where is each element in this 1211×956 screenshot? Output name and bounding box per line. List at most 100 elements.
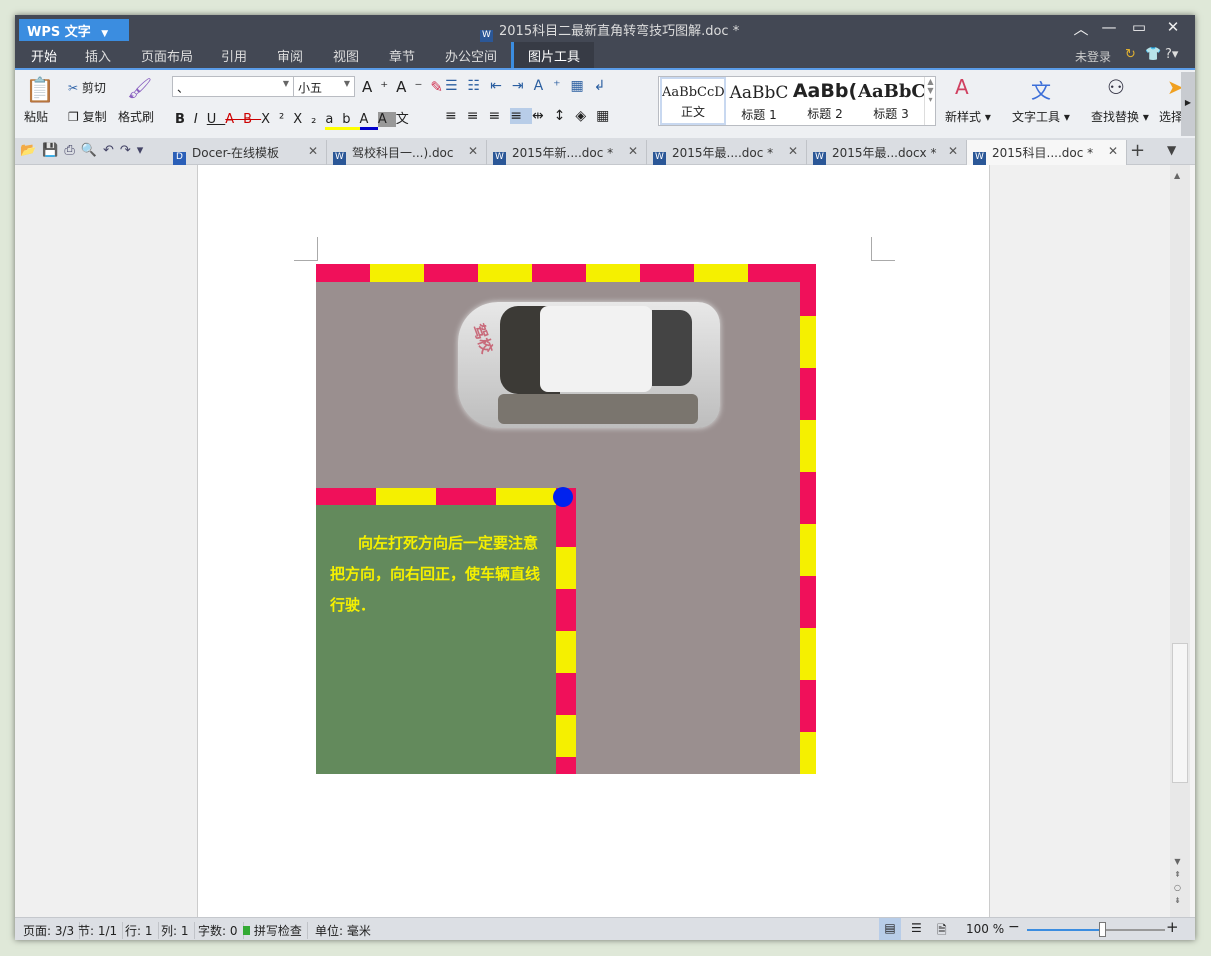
font-size-select[interactable]: 小五 ▼ — [293, 76, 355, 97]
tab-picture-tools[interactable]: 图片工具 — [511, 42, 595, 68]
status-bar: 页面: 3/3 节: 1/1 行: 1 列: 1 字数: 0 拼写检查 单位: … — [15, 917, 1195, 940]
inner-curb-right-stripe — [556, 505, 576, 774]
zoom-in-button[interactable]: + — [1166, 918, 1179, 936]
close-tab-icon[interactable]: ✕ — [1108, 144, 1118, 158]
page-nav-buttons[interactable]: ▼ ⇞ ○ ⇟ — [1174, 855, 1181, 907]
doc-icon: W — [333, 152, 346, 166]
paste-button[interactable]: 粘贴 — [24, 108, 48, 125]
style-heading-1[interactable]: AaBbC 标题 1 — [726, 77, 792, 125]
sync-icon[interactable]: ↻ — [1125, 47, 1136, 62]
margin-mark — [294, 237, 318, 261]
zoom-slider[interactable] — [1027, 922, 1165, 937]
doc-tab[interactable]: W 2015年新....doc * ✕ — [487, 140, 647, 166]
new-tab-button[interactable]: + — [1130, 140, 1145, 161]
doc-tab[interactable]: W 2015年最....doc * ✕ — [647, 140, 807, 166]
maximize-button[interactable]: ▭ — [1125, 18, 1153, 36]
font-grow-shrink-icons[interactable]: A⁺A⁻✎ — [362, 78, 451, 96]
style-preview: AaBbCcDc — [662, 85, 726, 100]
find-replace-button[interactable]: 查找替换 ▾ — [1091, 108, 1149, 125]
doc-tab-label: 2015年最....doc * — [672, 146, 774, 160]
web-view-icon[interactable]: 🗎 — [937, 921, 947, 942]
close-tab-icon[interactable]: ✕ — [948, 144, 958, 158]
scroll-up-arrow[interactable]: ▲ — [1174, 171, 1180, 180]
style-preview: AaBbC — [858, 81, 924, 102]
spell-check-button[interactable]: 拼写检查 — [243, 922, 308, 939]
ribbon-scroll-right[interactable]: ▶ — [1181, 72, 1195, 136]
document-area: 向左打死方向后一定要注意把方向，向右回正，使车辆直线行驶． 驾校 — [15, 165, 1170, 917]
text-tools-button[interactable]: 文字工具 ▾ — [1012, 108, 1070, 125]
doc-tab[interactable]: D Docer-在线模板 ✕ — [167, 140, 327, 166]
style-heading-2[interactable]: AaBb(标题 2 — [792, 77, 858, 125]
format-painter-button[interactable]: 格式刷 — [118, 108, 154, 125]
font-name-select[interactable]: 、 ▼ — [172, 76, 294, 97]
doc-tab[interactable]: W 2015年最...docx * ✕ — [807, 140, 967, 166]
doc-icon: W — [493, 152, 506, 166]
tab-page-layout[interactable]: 页面布局 — [141, 46, 193, 65]
style-gallery: AaBbCcDc 正文 AaBbC 标题 1 AaBb(标题 2 AaBbC 标题 3… — [658, 76, 936, 126]
page-indicator[interactable]: 页面: 3/3 — [23, 922, 81, 939]
close-tab-icon[interactable]: ✕ — [628, 144, 638, 158]
close-tab-icon[interactable]: ✕ — [788, 144, 798, 158]
font-name-value: 、 — [177, 81, 190, 95]
new-style-button[interactable]: 新样式 ▾ — [945, 108, 991, 125]
collapse-ribbon-button[interactable]: ︿ — [1067, 18, 1095, 39]
text-format-buttons[interactable]: BIUABX²X₂abAA文 — [175, 108, 418, 130]
page[interactable]: 向左打死方向后一定要注意把方向，向右回正，使车辆直线行驶． 驾校 — [197, 165, 990, 917]
paragraph-align-buttons[interactable]: ≡≡≡≡⇹↕◈▦ — [445, 108, 619, 124]
copy-button[interactable]: ❐ 复制 — [68, 108, 107, 125]
car-hood-text: 驾校 — [468, 321, 497, 356]
skin-icon[interactable]: 👕 — [1145, 47, 1161, 62]
roof — [540, 306, 652, 392]
style-label: 标题 3 — [873, 107, 909, 121]
minimize-button[interactable]: — — [1095, 18, 1123, 36]
zoom-slider-thumb[interactable] — [1098, 922, 1106, 937]
close-button[interactable]: ✕ — [1159, 18, 1187, 36]
close-tab-icon[interactable]: ✕ — [468, 144, 478, 158]
login-link[interactable]: 未登录 — [1075, 48, 1111, 65]
word-count[interactable]: 字数: 0 — [198, 922, 244, 939]
style-normal[interactable]: AaBbCcDc 正文 — [660, 77, 726, 125]
page-view-icon[interactable]: ▤ — [879, 918, 901, 940]
brush-icon[interactable]: 🖌 — [127, 76, 152, 100]
unit-indicator: 单位: 毫米 — [315, 924, 371, 938]
vertical-scrollbar[interactable]: ▲ ▼ ⇞ ○ ⇟ — [1170, 165, 1190, 917]
wps-window: WPS 文字 ▼ W 2015科目二最新直角转弯技巧图解.doc * ︿ — ▭ … — [15, 15, 1195, 940]
tab-office-space[interactable]: 办公空间 — [445, 46, 497, 65]
doc-tab-label: 2015科目....doc * — [992, 146, 1094, 160]
tab-insert[interactable]: 插入 — [85, 46, 111, 65]
paste-icon[interactable]: 📋 — [25, 76, 55, 104]
rear-window — [652, 310, 692, 386]
quick-access-toolbar[interactable]: 📂💾⎙🔍↶↷▾ — [20, 143, 149, 158]
doc-tab-active[interactable]: W 2015科目....doc * ✕ — [967, 140, 1127, 166]
style-label: 正文 — [680, 105, 705, 119]
copy-label: 复制 — [82, 110, 107, 124]
tab-view[interactable]: 视图 — [333, 46, 359, 65]
app-name: WPS 文字 — [27, 25, 91, 40]
scroll-thumb[interactable] — [1172, 643, 1188, 783]
select-button[interactable]: 选择 — [1159, 108, 1183, 125]
style-label: 标题 1 — [741, 108, 777, 122]
tab-chapter[interactable]: 章节 — [389, 46, 415, 65]
zoom-out-button[interactable]: − — [1008, 919, 1020, 935]
app-menu-button[interactable]: WPS 文字 ▼ — [19, 19, 129, 41]
cut-button[interactable]: ✂ 剪切 — [68, 79, 106, 96]
list-buttons[interactable]: ☰☷⇤⇥A⁺▦↲ — [445, 78, 616, 94]
document-title: W 2015科目二最新直角转弯技巧图解.doc * — [480, 20, 739, 44]
style-heading-3[interactable]: AaBbC 标题 3 — [858, 77, 924, 125]
binoculars-icon: ⚇ — [1107, 75, 1125, 99]
tab-list-button[interactable]: ▼ — [1167, 143, 1176, 157]
style-gallery-scroll[interactable]: ▲ ▼ ▾ — [924, 77, 936, 125]
margin-mark — [871, 237, 895, 261]
tab-review[interactable]: 审阅 — [277, 46, 303, 65]
help-icon[interactable]: ?▾ — [1165, 47, 1178, 62]
doc-tab[interactable]: W 驾校科目一...).doc ✕ — [327, 140, 487, 166]
turn-diagram-image[interactable]: 向左打死方向后一定要注意把方向，向右回正，使车辆直线行驶． 驾校 — [316, 264, 816, 774]
menu-bar: 开始 插入 页面布局 引用 审阅 视图 章节 办公空间 图片工具 未登录 ↻ 👕… — [15, 42, 1195, 71]
car-image: 驾校 — [458, 302, 720, 428]
chevron-down-icon: ▼ — [282, 79, 289, 88]
spell-check-label: 拼写检查 — [253, 924, 302, 938]
outline-view-icon[interactable]: ☰ — [911, 921, 922, 935]
style-preview: AaBbC — [729, 83, 789, 103]
close-tab-icon[interactable]: ✕ — [308, 144, 318, 158]
tab-references[interactable]: 引用 — [221, 46, 247, 65]
